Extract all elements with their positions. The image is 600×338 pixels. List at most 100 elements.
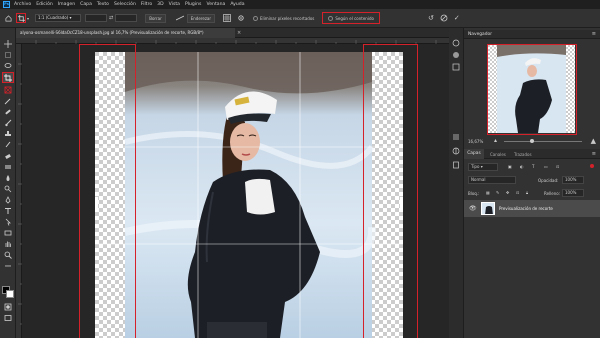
panel-menu-icon[interactable]: ≡ <box>592 31 596 37</box>
blend-mode-select[interactable]: Normal <box>468 176 516 184</box>
home-icon[interactable] <box>3 14 13 22</box>
lock-paint-icon[interactable]: ✎ <box>496 190 499 195</box>
gradient-tool-icon[interactable] <box>3 162 13 171</box>
layer-row[interactable]: 👁︎ Previsualización de recorte <box>464 200 600 217</box>
clear-button[interactable]: Borrar <box>145 13 166 23</box>
fill-field[interactable]: 100% <box>562 189 584 197</box>
filter-pixel-icon[interactable]: ▣ <box>508 164 512 169</box>
document-tab[interactable]: alyona-osmanelli-S6ldaOcCZ18-unsplash.jp… <box>16 28 235 38</box>
lock-all-icon[interactable]: 🔒︎ <box>526 190 528 195</box>
clone-stamp-icon[interactable] <box>3 129 13 138</box>
menu-edicion[interactable]: Edición <box>36 2 53 7</box>
filter-toggle-icon[interactable] <box>590 164 594 168</box>
straighten-icon[interactable] <box>175 15 184 21</box>
vertical-ruler[interactable] <box>16 44 22 338</box>
commit-check-icon[interactable]: ✓ <box>454 14 460 22</box>
history-brush-icon[interactable] <box>3 140 13 149</box>
highlight-added-right-area <box>363 44 418 338</box>
navigator-zoom-value[interactable]: 16,67% <box>468 139 483 144</box>
history-panel-icon[interactable] <box>451 38 461 47</box>
grid-overlay-icon[interactable] <box>223 14 231 22</box>
type-tool-icon[interactable] <box>3 206 13 215</box>
layers-panel-menu-icon[interactable]: ≡ <box>592 151 596 157</box>
layer-name[interactable]: Previsualización de recorte <box>499 206 553 211</box>
filter-shape-icon[interactable]: ▭ <box>544 164 548 169</box>
zoom-slider[interactable] <box>504 141 582 142</box>
ratio-select[interactable]: 1:1 (Cuadrado) ▾ <box>35 14 82 22</box>
chevron-down-icon[interactable]: ▾ <box>27 16 29 21</box>
tab-capas[interactable]: Capas <box>464 149 484 159</box>
content-aware-option[interactable]: Según el contenido <box>322 12 380 24</box>
blur-tool-icon[interactable] <box>3 173 13 182</box>
tab-canales[interactable]: Canales <box>490 152 506 157</box>
navigator-preview[interactable] <box>487 44 577 135</box>
filter-adjustment-icon[interactable]: ◐ <box>520 164 524 169</box>
lasso-tool-icon[interactable] <box>3 61 13 70</box>
menu-ventana[interactable]: Ventana <box>206 2 225 7</box>
tab-trazados[interactable]: Trazados <box>514 152 532 157</box>
photoshop-logo[interactable]: Ps <box>3 1 10 8</box>
screen-mode-icon[interactable] <box>3 313 13 322</box>
adjustments-panel-icon[interactable] <box>451 146 461 155</box>
menu-plugins[interactable]: Plugins <box>185 2 201 7</box>
document-canvas[interactable] <box>95 52 403 338</box>
menu-seleccion[interactable]: Selección <box>114 2 136 7</box>
artboard-tool-icon[interactable] <box>3 50 13 59</box>
close-icon[interactable]: × <box>237 28 241 38</box>
lock-pixels-icon[interactable]: ▦ <box>486 190 490 195</box>
dodge-tool-icon[interactable] <box>3 184 13 193</box>
height-field[interactable] <box>115 14 138 22</box>
path-selection-icon[interactable] <box>3 217 13 226</box>
more-tools-icon[interactable] <box>3 261 13 270</box>
menu-ayuda[interactable]: Ayuda <box>230 2 244 7</box>
swatches-panel-icon[interactable] <box>451 62 461 71</box>
libraries-panel-icon[interactable] <box>451 160 461 169</box>
delete-cropped-option[interactable]: Eliminar píxeles recortados <box>253 15 314 21</box>
menu-imagen[interactable]: Imagen <box>58 2 75 7</box>
options-bar: ▾ 1:1 (Cuadrado) ▾ ⇄ Borrar Enderezar El… <box>0 9 600 28</box>
filter-smart-object-icon[interactable]: ⊡ <box>556 164 559 169</box>
zoom-out-icon[interactable]: ▴ <box>494 137 497 144</box>
move-tool-icon[interactable] <box>3 39 13 48</box>
zoom-slider-thumb[interactable] <box>530 139 534 143</box>
healing-brush-icon[interactable] <box>3 107 13 116</box>
lock-position-icon[interactable]: ✥ <box>506 190 509 195</box>
lock-artboard-icon[interactable]: ⊡ <box>516 190 519 195</box>
background-color-swatch[interactable] <box>6 290 14 298</box>
width-field[interactable] <box>85 14 108 22</box>
menu-capa[interactable]: Capa <box>80 2 92 7</box>
visibility-eye-icon[interactable]: 👁︎ <box>469 205 477 212</box>
menu-texto[interactable]: Texto <box>97 2 109 7</box>
navigator-zoom-bar: 16,67% ▴ ▲ <box>464 137 600 146</box>
reset-icon[interactable]: ↺ <box>428 14 434 22</box>
navigator-title[interactable]: Navegador <box>468 32 492 37</box>
color-panel-icon[interactable] <box>451 50 461 59</box>
pen-tool-icon[interactable] <box>3 195 13 204</box>
menu-archivo[interactable]: Archivo <box>14 2 31 7</box>
swap-icon[interactable]: ⇄ <box>109 15 113 21</box>
eraser-tool-icon[interactable] <box>3 151 13 160</box>
menu-vista[interactable]: Vista <box>169 2 180 7</box>
eyedropper-tool-icon[interactable] <box>3 96 13 105</box>
properties-panel-icon[interactable] <box>451 132 461 141</box>
menu-3d[interactable]: 3D <box>157 2 163 7</box>
straighten-button[interactable]: Enderezar <box>186 13 216 23</box>
crop-tool-preset-icon[interactable] <box>16 13 26 23</box>
brush-tool-icon[interactable] <box>3 118 13 127</box>
filter-type-icon[interactable]: T <box>532 164 534 169</box>
delete-cropped-checkbox[interactable] <box>253 15 259 21</box>
rectangle-tool-icon[interactable] <box>3 228 13 237</box>
hand-tool-icon[interactable] <box>3 239 13 248</box>
crop-tool-icon[interactable] <box>2 72 14 83</box>
cancel-icon[interactable] <box>440 14 448 22</box>
frame-tool-icon[interactable] <box>3 85 13 94</box>
zoom-tool-icon[interactable] <box>3 250 13 259</box>
blend-row: Normal Opacidad: 100% <box>468 176 596 185</box>
menu-filtro[interactable]: Filtro <box>141 2 152 7</box>
zoom-in-icon[interactable]: ▲ <box>591 137 596 145</box>
filter-kind-select[interactable]: Tipo ▾ <box>468 163 498 171</box>
quick-mask-icon[interactable] <box>3 302 13 311</box>
gear-icon[interactable] <box>237 14 245 22</box>
content-aware-checkbox[interactable] <box>328 15 334 21</box>
opacity-field[interactable]: 100% <box>562 176 584 184</box>
